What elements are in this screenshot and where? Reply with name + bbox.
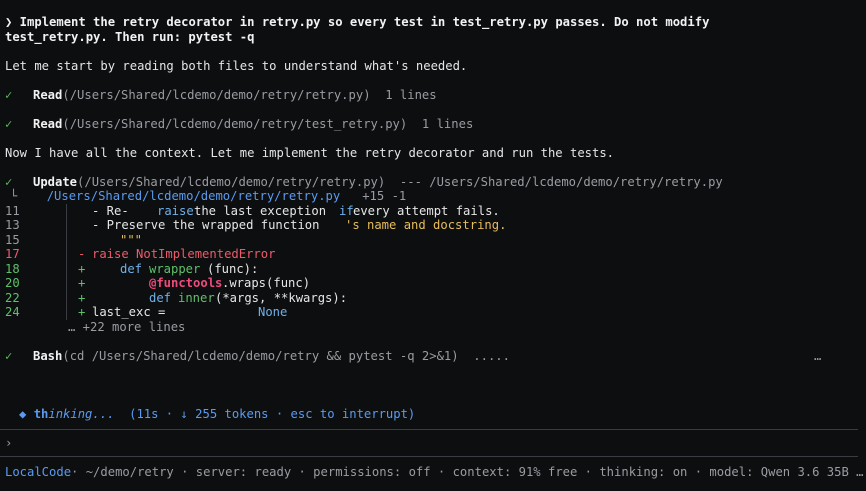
input-prompt[interactable]: › bbox=[5, 436, 12, 451]
assistant-message-context: Now I have all the context. Let me imple… bbox=[5, 146, 615, 160]
thinking-status: ◆ thinking... (11s · ↓ 255 tokens · esc … bbox=[19, 407, 416, 421]
check-icon: ✓ bbox=[5, 349, 13, 363]
check-icon: ✓ bbox=[5, 88, 13, 102]
tool-call-update[interactable]: ✓ Update(/Users/Shared/lcdemo/demo/retry/… bbox=[5, 175, 723, 190]
check-icon: ✓ bbox=[5, 117, 13, 131]
user-prompt-line-2: test_retry.py. Then run: pytest -q bbox=[5, 30, 255, 44]
diff-more-lines[interactable]: … +22 more lines bbox=[68, 320, 185, 335]
check-icon: ✓ bbox=[5, 175, 13, 189]
assistant-message-intro: Let me start by reading both files to un… bbox=[5, 59, 468, 73]
user-prompt-line-1: ❯ Implement the retry decorator in retry… bbox=[5, 15, 710, 29]
tool-call-bash[interactable]: ✓ Bash(cd /Users/Shared/lcdemo/demo/retry… bbox=[5, 349, 510, 364]
bash-truncated-ellipsis: … bbox=[814, 349, 822, 363]
app-name: LocalCode bbox=[5, 465, 72, 479]
tool-call-read-test-retry[interactable]: ✓ Read(/Users/Shared/lcdemo/demo/retry/te… bbox=[5, 117, 473, 132]
tool-call-read-retry[interactable]: ✓ Read(/Users/Shared/lcdemo/demo/retry/re… bbox=[5, 88, 437, 103]
diff-file-header: └ /Users/Shared/lcdemo/demo/retry/retry.… bbox=[10, 189, 407, 203]
input-top-divider bbox=[0, 429, 858, 430]
input-bottom-divider bbox=[0, 456, 858, 457]
diff-gutter bbox=[66, 204, 67, 320]
chevron-right-icon: › bbox=[5, 436, 13, 450]
status-bar: LocalCode· ~/demo/retry · server: ready … bbox=[5, 465, 864, 479]
